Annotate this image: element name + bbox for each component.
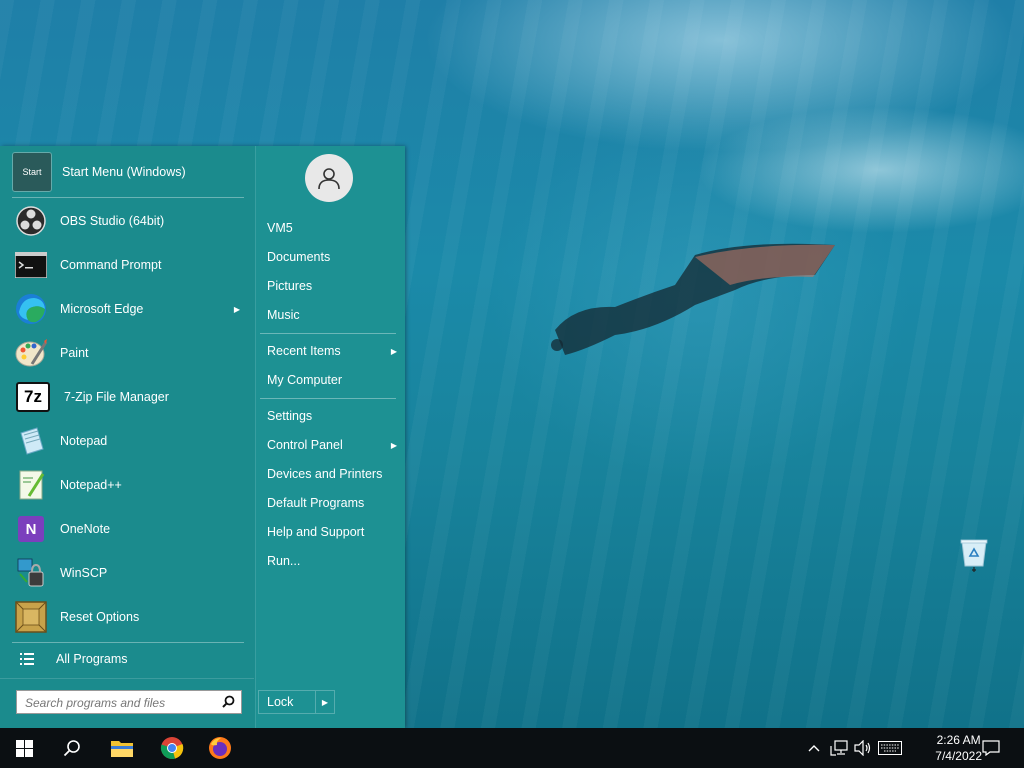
dosbox-icon	[12, 598, 50, 636]
program-7zip[interactable]: 7z 7-Zip File Manager	[12, 375, 244, 419]
paint-icon	[12, 334, 50, 372]
firefox-icon[interactable]	[196, 728, 244, 768]
obs-icon	[12, 202, 50, 240]
lock-label: Lock	[267, 695, 294, 709]
search-icon[interactable]	[48, 728, 96, 768]
link-user-vm5[interactable]: VM5	[267, 214, 397, 242]
link-help-and-support[interactable]: Help and Support	[267, 518, 397, 546]
program-command-prompt[interactable]: Command Prompt	[12, 243, 244, 287]
all-programs-button[interactable]: All Programs	[12, 644, 244, 674]
edge-icon	[12, 290, 50, 328]
taskbar: 2:26 AM 7/4/2022	[0, 728, 1024, 768]
volume-icon[interactable]	[854, 740, 872, 756]
link-settings[interactable]: Settings	[267, 402, 397, 430]
show-hidden-icons-chevron-icon[interactable]	[806, 740, 822, 756]
clock[interactable]: 2:26 AM 7/4/2022	[935, 732, 982, 764]
onenote-icon: N	[12, 510, 50, 548]
search-icon[interactable]	[222, 695, 235, 711]
search-input[interactable]	[23, 692, 217, 714]
program-winscp[interactable]: WinSCP	[12, 551, 244, 595]
link-run[interactable]: Run...	[267, 547, 397, 575]
start-menu: Start Start Menu (Windows) OBS Studio (6…	[0, 146, 405, 728]
all-programs-label: All Programs	[56, 652, 128, 666]
power-options-arrow-icon[interactable]: ▶	[316, 698, 334, 707]
program-obs-studio[interactable]: OBS Studio (64bit)	[12, 199, 244, 243]
notepad-icon	[12, 422, 50, 460]
program-label: Start Menu (Windows)	[62, 165, 186, 179]
program-onenote[interactable]: N OneNote	[12, 507, 244, 551]
program-microsoft-edge[interactable]: Microsoft Edge ▶	[12, 287, 244, 331]
program-notepad[interactable]: Notepad	[12, 419, 244, 463]
user-avatar[interactable]	[305, 154, 353, 202]
programs-column: Start Start Menu (Windows) OBS Studio (6…	[0, 146, 254, 728]
link-recent-items[interactable]: Recent Items ▶	[267, 337, 397, 365]
separator	[260, 333, 396, 334]
program-paint[interactable]: Paint	[12, 331, 244, 375]
link-documents[interactable]: Documents	[267, 243, 397, 271]
program-label: Reset Options	[60, 610, 140, 624]
lock-button[interactable]: Lock ▶	[258, 690, 335, 714]
link-music[interactable]: Music	[267, 301, 397, 329]
winscp-icon	[12, 554, 50, 592]
chrome-icon[interactable]	[148, 728, 196, 768]
separator	[12, 642, 244, 643]
submenu-arrow-icon: ▶	[390, 346, 397, 356]
program-notepadpp[interactable]: Notepad++	[12, 463, 244, 507]
program-label: Microsoft Edge	[60, 302, 144, 316]
program-label: OBS Studio (64bit)	[60, 214, 165, 228]
notepadpp-icon	[12, 466, 50, 504]
link-control-panel[interactable]: Control Panel ▶	[267, 431, 397, 459]
program-start-menu-windows[interactable]: Start Start Menu (Windows)	[12, 150, 244, 194]
keyboard-icon[interactable]	[878, 740, 902, 756]
wallpaper-diver	[551, 243, 835, 355]
action-center-icon[interactable]	[982, 740, 1000, 756]
program-label: 7-Zip File Manager	[64, 390, 169, 404]
clock-date: 7/4/2022	[935, 749, 982, 763]
program-label: Notepad++	[60, 478, 122, 492]
clock-time: 2:26 AM	[936, 733, 981, 747]
program-label: Command Prompt	[60, 258, 162, 272]
separator	[0, 678, 254, 679]
link-pictures[interactable]: Pictures	[267, 272, 397, 300]
separator	[12, 197, 244, 198]
start-menu-icon: Start	[12, 152, 52, 192]
program-label: Notepad	[60, 434, 108, 448]
recycle-bin-icon[interactable]	[958, 536, 990, 572]
file-explorer-icon[interactable]	[98, 728, 146, 768]
link-devices-and-printers[interactable]: Devices and Printers	[267, 460, 397, 488]
program-label: OneNote	[60, 522, 111, 536]
program-label: Paint	[60, 346, 89, 360]
separator	[260, 398, 396, 399]
windows-start-icon[interactable]	[0, 728, 48, 768]
program-reset-options[interactable]: Reset Options	[12, 595, 244, 639]
list-icon	[12, 644, 42, 674]
program-label: WinSCP	[60, 566, 108, 580]
link-default-programs[interactable]: Default Programs	[267, 489, 397, 517]
submenu-arrow-icon: ▶	[390, 440, 397, 450]
search-box[interactable]	[16, 690, 242, 714]
cmd-icon	[12, 246, 50, 284]
7zip-icon: 7z	[16, 382, 50, 412]
link-my-computer[interactable]: My Computer	[267, 366, 397, 394]
places-column: VM5 Documents Pictures Music Recent Item…	[255, 146, 405, 728]
submenu-arrow-icon: ▶	[233, 304, 240, 314]
network-icon[interactable]	[830, 740, 848, 756]
